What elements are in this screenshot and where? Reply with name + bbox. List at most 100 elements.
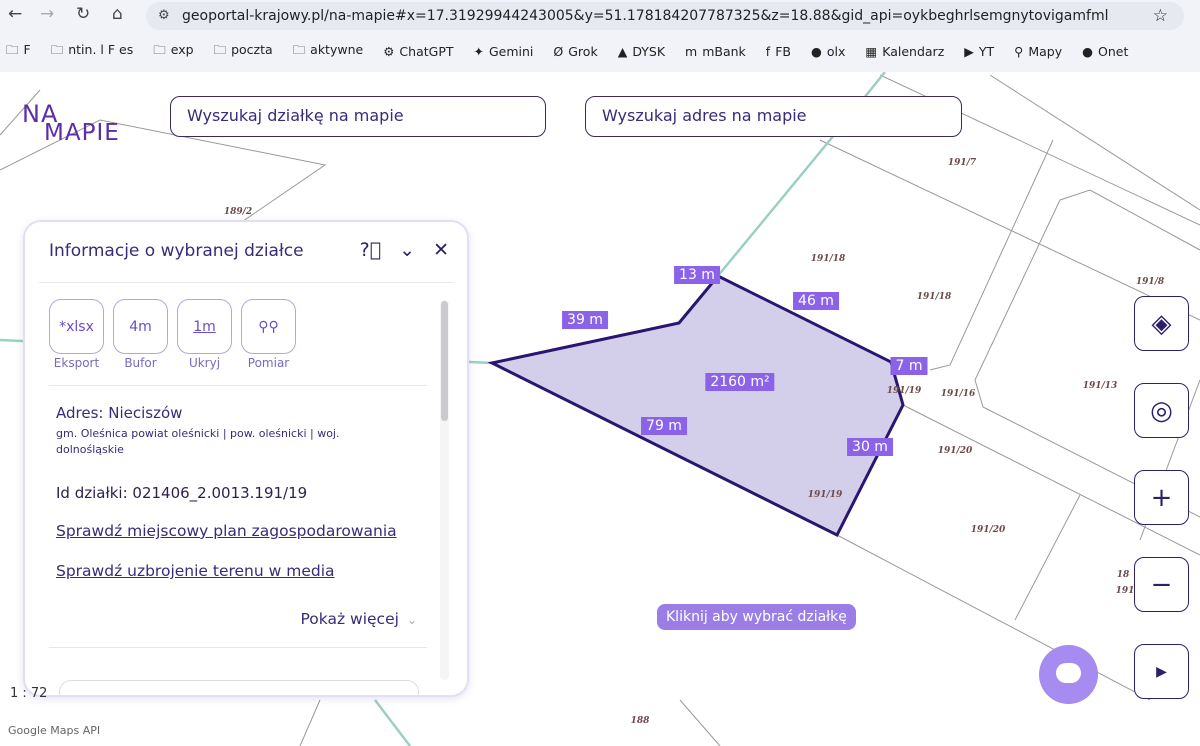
parcel-number-label: 18 xyxy=(1117,570,1130,580)
bookmark-label: ChatGPT xyxy=(399,43,454,59)
measure-button[interactable]: ⚲⚲ Pomiar xyxy=(241,299,296,370)
bookmark-item[interactable]: ⚙ ChatGPT xyxy=(383,44,453,59)
maps-icon: ⚲ xyxy=(1014,43,1024,59)
forward-icon[interactable]: → xyxy=(40,4,54,28)
tool-label: Bufor xyxy=(124,356,157,370)
bookmark-item[interactable]: 🗀 exp xyxy=(153,41,193,62)
map-attribution: Google Maps API xyxy=(8,724,101,737)
bookmark-item[interactable]: Ø Grok xyxy=(553,44,597,59)
gemini-icon: ✦ xyxy=(473,43,484,59)
panel-scrollbar[interactable] xyxy=(440,300,449,680)
bookmark-item[interactable]: ● Onet xyxy=(1082,44,1128,59)
collapsed-section[interactable] xyxy=(59,680,419,695)
chat-button[interactable] xyxy=(1039,645,1098,704)
bookmark-item[interactable]: 🗀 F xyxy=(6,41,31,62)
address: Adres: Nieciszów xyxy=(56,404,183,422)
folder-icon: 🗀 xyxy=(213,41,227,57)
bookmarks-bar: 🗀 F 🗀 ntin. l F es 🗀 exp 🗀 poczta 🗀 aktywne ⚙ ChatG… xyxy=(0,38,1200,64)
bookmark-item[interactable]: 🗀 aktywne xyxy=(293,41,364,62)
address-bar[interactable]: ⚙ geoportal-krajowy.pl/na-mapie#x=17.3192… xyxy=(146,2,1184,30)
drive-icon: ▲ xyxy=(617,43,628,59)
parcel-number-label: 191/19 xyxy=(808,490,843,500)
chevron-down-icon: ⌄ xyxy=(406,613,417,627)
calendar-icon: ▦ xyxy=(865,43,878,59)
bookmark-item[interactable]: ● olx xyxy=(811,44,845,59)
utilities-link[interactable]: Sprawdź uzbrojenie terenu w media xyxy=(56,562,335,580)
locate-button[interactable]: ◎ xyxy=(1134,383,1189,438)
help-icon[interactable]: ?⃝ xyxy=(360,239,382,261)
zoom-in-button[interactable]: + xyxy=(1134,470,1189,525)
bookmark-label: YT xyxy=(978,43,995,59)
minus-icon: − xyxy=(1150,569,1173,600)
export-button[interactable]: *xlsx Eksport xyxy=(49,299,104,370)
buffer-4m-icon: 4m xyxy=(113,299,168,354)
browser-chrome: ← → ↻ ⌂ ⚙ geoportal-krajowy.pl/na-mapie#x… xyxy=(0,0,1200,72)
facebook-icon: f xyxy=(765,43,771,59)
close-icon[interactable]: ✕ xyxy=(433,239,449,261)
folder-icon: 🗀 xyxy=(292,41,306,57)
parcel-number-label: 191/13 xyxy=(1083,381,1118,391)
layers-icon: ◈ xyxy=(1151,308,1172,339)
bookmark-label: F xyxy=(23,41,31,57)
bookmark-item[interactable]: ▲ DYSK xyxy=(618,44,665,59)
bookmark-label: Grok xyxy=(568,43,598,59)
bookmark-item[interactable]: ▦ Kalendarz xyxy=(865,44,944,59)
bookmark-label: olx xyxy=(826,43,846,59)
ruler-1m-icon: 1m xyxy=(177,299,232,354)
olx-icon: ● xyxy=(810,43,822,59)
parcel-number-label: 191 xyxy=(1116,586,1135,596)
divider xyxy=(39,282,453,283)
back-icon[interactable]: ← xyxy=(8,4,22,28)
chevron-down-icon[interactable]: ⌄ xyxy=(399,239,415,261)
show-more-button[interactable]: Pokaż więcej ⌄ xyxy=(301,610,418,628)
bookmark-item[interactable]: 🗀 poczta xyxy=(214,41,273,62)
edge-length-label: 39 m xyxy=(562,311,608,329)
logo[interactable]: NA MAPIE xyxy=(22,100,120,146)
folder-icon: 🗀 xyxy=(50,41,64,57)
bookmark-item[interactable]: 🗀 ntin. l F es xyxy=(51,41,134,62)
reload-icon[interactable]: ↻ xyxy=(76,4,90,28)
zoom-out-button[interactable]: − xyxy=(1134,557,1189,612)
bookmark-star-icon[interactable]: ☆ xyxy=(1153,2,1168,30)
play-icon: ▶ xyxy=(1156,663,1167,680)
edge-length-label: 30 m xyxy=(847,438,893,456)
home-icon[interactable]: ⌂ xyxy=(112,4,123,28)
chatgpt-icon: ⚙ xyxy=(383,43,395,59)
divider xyxy=(49,647,427,648)
edge-length-label: 46 m xyxy=(793,292,839,310)
parcel-number-label: 191/20 xyxy=(971,525,1006,535)
parcel-number-label: 191/20 xyxy=(938,446,973,456)
edge-length-label: 13 m xyxy=(674,266,720,284)
parcel-number-label: 189/2 xyxy=(224,207,252,217)
folder-icon: 🗀 xyxy=(153,41,166,57)
bookmark-label: exp xyxy=(170,41,194,57)
site-settings-icon[interactable]: ⚙ xyxy=(158,2,170,30)
click-hint: Kliknij aby wybrać działkę xyxy=(657,604,856,630)
onet-icon: ● xyxy=(1082,43,1094,59)
tool-label: Pomiar xyxy=(247,356,290,370)
layers-button[interactable]: ◈ xyxy=(1134,296,1189,351)
mbank-icon: m xyxy=(685,43,698,59)
bookmark-item[interactable]: f FB xyxy=(766,44,791,59)
search-parcel-input[interactable]: Wyszukaj działkę na mapie xyxy=(170,96,546,137)
panel-title: Informacje o wybranej działce xyxy=(49,241,304,261)
parcel-number-label: 191/19 xyxy=(887,386,922,396)
parcel-number-label: 191/16 xyxy=(941,389,976,399)
zoning-plan-link[interactable]: Sprawdź miejscowy plan zagospodarowania xyxy=(56,522,397,540)
expand-button[interactable]: ▶ xyxy=(1134,644,1189,699)
bookmark-label: Onet xyxy=(1098,43,1129,59)
search-address-input[interactable]: Wyszukaj adres na mapie xyxy=(585,96,962,137)
hide-button[interactable]: 1m Ukryj xyxy=(177,299,232,370)
bookmark-item[interactable]: ✦ Gemini xyxy=(474,44,534,59)
parcel-id: Id działki: 021406_2.0013.191/19 xyxy=(56,484,308,502)
measure-pins-icon: ⚲⚲ xyxy=(241,299,296,354)
area-label: 2160 m² xyxy=(705,373,775,391)
bookmark-label: Mapy xyxy=(1028,43,1063,59)
youtube-icon: ▶ xyxy=(964,43,974,59)
url-text: geoportal-krajowy.pl/na-mapie#x=17.31929… xyxy=(182,8,1109,24)
bookmark-item[interactable]: ⚲ Mapy xyxy=(1014,44,1062,59)
bookmark-item[interactable]: ▶ YT xyxy=(964,44,994,59)
bookmark-item[interactable]: m mBank xyxy=(685,44,746,59)
buffer-button[interactable]: 4m Bufor xyxy=(113,299,168,370)
bookmark-label: Kalendarz xyxy=(882,43,945,59)
